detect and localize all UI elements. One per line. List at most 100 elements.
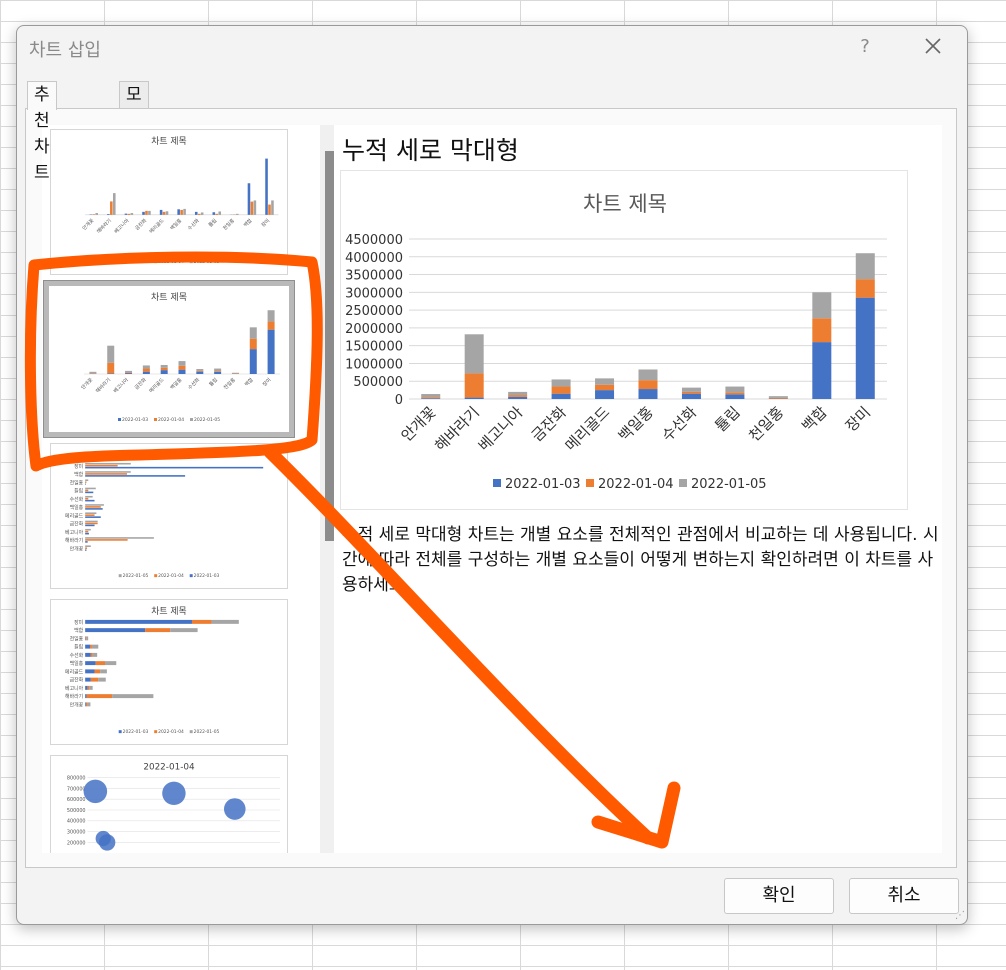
thumbnail-y-label: 백일홍 [70,660,84,667]
x-tick-label: 수선화 [658,403,700,445]
stacked-column-thumbnail-chart: 차트 제목안개꽃 해바라기 베고니아 금잔화 메리골드 백일홍 수선화 튤립 천일홍 백합 장미 20… [80,291,280,423]
resize-grip-icon[interactable]: ⋰ [955,910,965,921]
thumbnail-bar [85,702,88,707]
recommended-charts-panel: 차트 제목 안개꽃 해바라기 베고니아 금잔화 메리골드 백일홍 수선화 튤립 천일홍 백합 장미 20… [25,108,957,868]
thumbnail-stacked-column[interactable]: 차트 제목 안개꽃 해바라기 베고니아 금잔화 메리골드 백일홍 수선화 튤립 천일홍 백합 장미 20… [43,280,295,438]
clustered-column-thumbnail-chart: 차트 제목안개꽃 해바라기 베고니아 금잔화 메리골드 백일홍 수선화 튤립 천일홍 백합 장미 20… [81,135,279,265]
help-button[interactable]: ? [855,36,875,57]
thumbnail-x-label: 금잔화 [133,376,148,391]
thumbnail-bar [86,694,113,699]
thumbnail-y-label: 천일홍 [70,635,84,642]
tab-recommended-charts[interactable]: 추천 차트 [27,81,57,183]
thumbnail-bar [85,530,89,533]
cancel-button[interactable]: 취소 [849,878,959,914]
bar-segment [681,393,701,399]
thumbnail-bar [95,213,98,215]
thumbnail-bar [142,211,145,215]
thumbnail-bar [178,369,186,374]
thumbnail-bar [148,210,151,215]
ok-button[interactable]: 확인 [724,878,834,914]
thumbnail-y-label: 400000 [67,819,86,825]
thumbnail-clustered-column[interactable]: 차트 제목 안개꽃 해바라기 베고니아 금잔화 메리골드 백일홍 수선화 튤립 천일홍 백합 장미 20… [50,129,288,275]
thumbnail-bar [107,214,110,215]
thumbnail-bar [214,368,222,372]
dialog-title: 차트 삽입 [29,40,101,61]
thumbnail-bubble [98,834,116,851]
y-tick-label: 3500000 [345,269,403,284]
thumbnail-bar [85,549,87,551]
thumbnail-bar [110,201,113,215]
preview-chart: 차트 제목 4500000 4000000 3500000 3000000 2500000… [340,170,908,510]
bar-segment [464,397,484,399]
clustered-bar-thumbnail-chart: 차트 제목장미백합천일홍튤립수선화백일홍메리골드금잔화베고니아해바라기안개꽃 20… [65,449,264,579]
bar-segment [681,387,701,392]
thumbnail-legend-swatch [118,418,121,421]
thumbnail-legend-swatch [190,418,193,421]
thumbnail-bar [215,213,219,215]
thumbnail-bar [196,371,204,374]
thumbnail-bar [125,373,133,374]
chart-preview: 누적 세로 막대형 차트 제목 4500000 4000000 3500000 3000… [334,125,942,853]
thumbnail-bar [85,471,131,473]
thumbnail-bar [196,370,204,372]
thumbnail-y-label: 700000 [67,786,86,792]
thumbnail-bar [142,368,150,372]
thumbnail-bar [85,508,103,510]
thumbnail-bar [107,345,115,363]
legend-swatch [493,479,501,487]
y-tick-label: 1500000 [345,340,403,355]
thumbnail-bubble[interactable]: 2022-01-04 800000 700000 600000 500000 400000… [50,755,288,853]
thumbnail-bar [85,520,98,523]
thumbnail-x-label: 백합 [243,376,255,388]
thumbnail-bar [85,619,192,624]
thumbnail-bar [85,473,128,475]
y-tick-label: 0 [395,393,403,408]
thumbnail-bar [177,209,180,215]
thumbnail-bar [162,211,166,215]
thumbnail-legend-swatch [154,418,157,421]
thumbnail-stacked-bar[interactable]: 차트 제목 장미 백합 천일홍 튤립 수선화 백일홍 메리골드 금잔화 베고니아 해바라기 안개꽃 20… [50,599,288,745]
thumbnail-bar [85,628,146,633]
tab-all-charts[interactable]: 모든 차트 [119,81,149,183]
thumbnail-bar [85,464,118,467]
close-button[interactable] [917,30,949,62]
thumbnail-legend-swatch [154,260,158,264]
close-icon [925,38,941,54]
thumbnail-y-label: 금잔화 [70,677,84,684]
thumbnail-y-label: 튤립 [74,644,83,651]
thumbnail-bar [85,466,264,469]
thumbnail-bar [85,483,86,485]
thumbnail-x-label: 해바라기 [95,217,113,235]
thumbnail-y-label: 백합 [74,471,84,478]
thumbnail-y-label: 해바라기 [65,537,83,544]
bar-segment [638,389,658,399]
thumbnail-bar [85,481,87,483]
y-tick-label: 500000 [353,375,403,390]
thumbnail-bar [85,547,88,549]
thumbnail-legend-label: 2022-01-04 [158,259,184,265]
y-tick-label: 1000000 [345,357,403,372]
thumbnail-bar [113,193,116,215]
thumbnail-bar [98,677,106,682]
thumbnail-clustered-bar[interactable]: 차트 제목 장미 백합 천일홍 튤립 수선화 백일홍 메리골드 금잔화 베고니아 해바라기 안개꽃 20… [50,443,288,589]
y-tick-label: 4000000 [345,251,403,266]
x-tick-label: 천일홍 [745,403,787,445]
thumbnail-bar [85,479,89,481]
thumbnail-bubble [223,798,246,820]
thumbnail-x-label: 천일홍 [222,376,237,391]
bar-segment [595,384,615,391]
thumbnail-bar [85,499,95,502]
bar-segment [464,373,484,398]
bubble-thumbnail-chart: 2022-01-04 800000 700000 600000 500000 400000… [67,763,280,851]
chart-thumbnail-list: 차트 제목 안개꽃 해바라기 베고니아 금잔화 메리골드 백일홍 수선화 튤립 천일홍 백합 장미 20… [42,125,320,853]
thumbnail-bar [85,475,186,477]
y-tick-label: 3000000 [345,286,403,301]
thumbnail-bar [85,669,95,674]
thumbnail-bar [236,213,239,215]
thumbnail-bar [200,212,204,215]
bar-segment [855,279,875,298]
thumbnail-x-label: 백합 [242,217,254,229]
thumbnail-x-label: 튤립 [207,217,218,228]
thumbnail-y-label: 600000 [67,797,86,803]
x-tick-label: 해바라기 [431,403,483,455]
